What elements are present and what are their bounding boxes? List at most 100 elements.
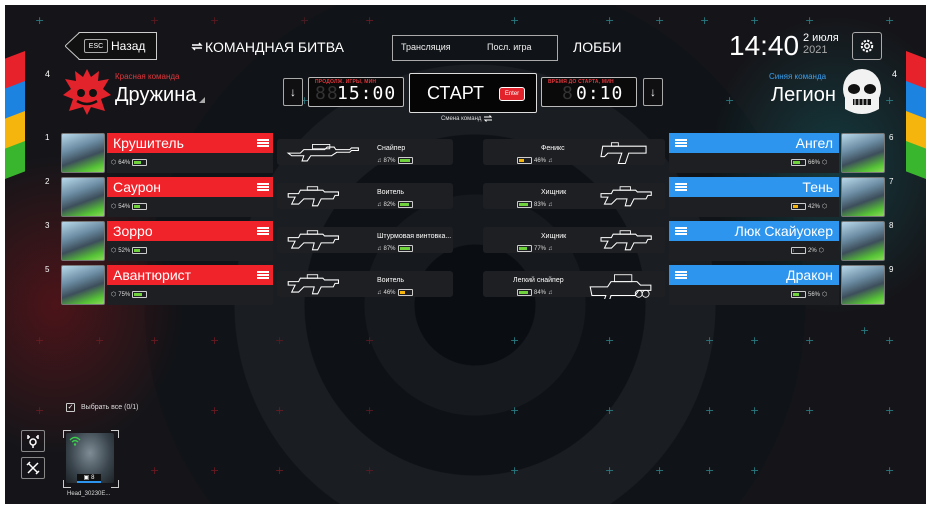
plus-mark: + <box>750 464 760 477</box>
plus-mark: + <box>700 14 710 27</box>
player-number: 5 <box>45 265 50 274</box>
game-time-down-button[interactable]: ↓ <box>283 78 303 106</box>
player-name-label: Тень <box>802 179 833 195</box>
armor-icon: ⬡ <box>822 160 828 166</box>
weapon-battery: ♫ 46% <box>377 289 413 296</box>
plus-mark: + <box>300 14 310 27</box>
player-name[interactable]: Люк Скайуокер <box>669 221 839 241</box>
plus-mark: + <box>510 404 520 417</box>
menu-icon[interactable] <box>257 139 269 147</box>
tools-icon <box>26 461 40 475</box>
battery-icon <box>517 245 532 252</box>
red-player-row[interactable]: 3 Зорро ⬡ 52% Штурмовая винтовка... ♫ 87% <box>45 221 455 261</box>
plus-mark: + <box>805 334 815 347</box>
bell-icon: ♫ <box>548 157 553 164</box>
weapon-battery: ♫ 82% <box>377 201 413 208</box>
player-avatar <box>61 133 105 173</box>
menu-icon[interactable] <box>675 183 687 191</box>
red-team-subtitle: Красная команда <box>115 72 180 81</box>
blue-team-subtitle: Синяя команда <box>769 72 827 81</box>
red-player-row[interactable]: 2 Саурон ⬡ 54% Воитель ♫ 82% <box>45 177 455 217</box>
menu-icon[interactable] <box>675 227 687 235</box>
menu-icon[interactable] <box>257 271 269 279</box>
player-name-label: Крушитель <box>113 135 184 151</box>
select-all-checkbox[interactable]: ✓ <box>66 403 75 412</box>
gun-icon <box>287 230 339 251</box>
start-delay-down-button[interactable]: ↓ <box>643 78 663 106</box>
head-count-badge: ▣ 8 <box>77 474 101 483</box>
tab-last-game[interactable]: Посл. игра <box>487 42 532 52</box>
battery-icon <box>397 245 413 252</box>
blue-player-row[interactable]: Легкий снайпер 84% ♫ Дракон 56% ⬡ 9 <box>483 265 893 305</box>
player-name[interactable]: Зорро <box>107 221 273 241</box>
player-name[interactable]: Тень <box>669 177 839 197</box>
arrow-down-icon: ↓ <box>650 85 656 99</box>
weapon-battery: ♫ 87% <box>377 245 413 252</box>
battery-icon <box>791 247 806 254</box>
game-time-field[interactable]: ПРОДОЛЖ. ИГРЫ, МИН 88 15:00 <box>308 77 404 107</box>
plus-mark: + <box>35 334 45 347</box>
plus-mark: + <box>365 404 375 417</box>
blue-player-row[interactable]: Феникс 46% ♫ Ангел 66% ⬡ 6 <box>483 133 893 173</box>
plus-mark: + <box>510 464 520 477</box>
bell-icon: ♫ <box>548 289 553 296</box>
start-delay-field[interactable]: ВРЕМЯ ДО СТАРТА, МИН 8 0:10 <box>541 77 637 107</box>
player-battery: 66% ⬡ <box>791 159 827 166</box>
branch-assign-icon <box>27 435 39 448</box>
swap-teams-button[interactable]: Смена команд <box>441 115 493 122</box>
player-name-label: Авантюрист <box>113 267 192 283</box>
select-all-label[interactable]: Выбрать все (0/1) <box>81 404 139 411</box>
plus-mark: + <box>275 404 285 417</box>
menu-icon[interactable] <box>257 183 269 191</box>
menu-icon[interactable] <box>675 271 687 279</box>
player-battery: ⬡ 52% <box>111 247 148 254</box>
plus-mark: + <box>705 464 715 477</box>
player-name-label: Дракон <box>786 267 833 283</box>
menu-icon[interactable] <box>675 139 687 147</box>
battery-icon <box>132 291 148 298</box>
bell-icon: ♫ <box>377 245 382 252</box>
battery-icon <box>791 159 806 166</box>
red-team-name[interactable]: Дружина <box>115 84 196 107</box>
gun-icon <box>589 274 652 299</box>
player-name[interactable]: Авантюрист <box>107 265 273 285</box>
player-avatar <box>841 133 885 173</box>
settings-button[interactable] <box>852 32 882 60</box>
blue-team-name[interactable]: Легион <box>771 84 836 107</box>
battery-icon <box>517 157 532 164</box>
clock-time: 14:40 <box>729 30 800 61</box>
blue-player-row[interactable]: Хищник 77% ♫ Люк Скайуокер 2% ⬡ 8 <box>483 221 893 261</box>
clock-year: 2021 <box>803 44 828 56</box>
weapon-battery: 46% ♫ <box>517 157 553 164</box>
red-player-row[interactable]: 1 Крушитель ⬡ 64% Снайпер ♫ 87% <box>45 133 455 173</box>
tab-broadcast[interactable]: Трансляция <box>401 42 451 52</box>
swap-icon <box>484 115 493 122</box>
red-player-row[interactable]: 5 Авантюрист ⬡ 75% Воитель ♫ 46% <box>45 265 455 305</box>
player-name[interactable]: Крушитель <box>107 133 273 153</box>
weapon-name: Снайпер <box>377 145 406 152</box>
plus-mark: + <box>35 14 45 27</box>
menu-icon[interactable] <box>257 227 269 235</box>
battery-icon <box>791 203 806 210</box>
battery-icon <box>397 157 413 164</box>
blue-player-row[interactable]: Хищник 83% ♫ Тень 42% ⬡ 7 <box>483 177 893 217</box>
weapon-battery: 83% ♫ <box>517 201 553 208</box>
player-name[interactable]: Саурон <box>107 177 273 197</box>
gun-icon <box>600 186 652 207</box>
player-name[interactable]: Ангел <box>669 133 839 153</box>
plus-mark: + <box>885 14 895 27</box>
plus-mark: + <box>655 464 665 477</box>
wifi-icon <box>69 436 81 446</box>
plus-mark: + <box>605 464 615 477</box>
plus-mark: + <box>510 14 520 27</box>
plus-mark: + <box>210 404 220 417</box>
mode-title[interactable]: КОМАНДНАЯ БИТВА <box>205 39 344 55</box>
player-number: 6 <box>889 133 894 142</box>
plus-mark: + <box>655 14 665 27</box>
tools-button[interactable] <box>21 457 45 479</box>
weapon-name: Легкий снайпер <box>513 277 564 284</box>
player-name[interactable]: Дракон <box>669 265 839 285</box>
bell-icon: ♫ <box>548 201 553 208</box>
head-device-card[interactable]: ▣ 8 <box>63 430 119 488</box>
assign-button[interactable] <box>21 430 45 452</box>
